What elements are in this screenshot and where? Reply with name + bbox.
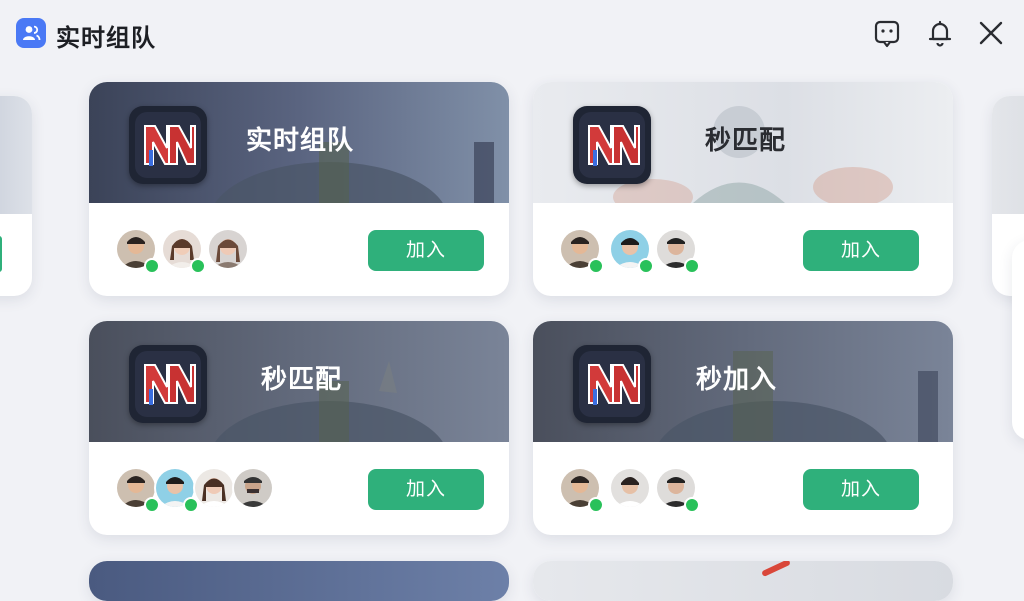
join-button[interactable]: 加入 xyxy=(803,230,919,271)
game-logo-icon xyxy=(573,106,651,184)
join-button[interactable]: 加入 xyxy=(803,469,919,510)
team-card[interactable]: 秒匹配 加入 xyxy=(89,321,509,535)
avatar xyxy=(193,467,235,509)
card-banner: 秒加入 xyxy=(533,321,953,442)
game-logo-icon xyxy=(129,106,207,184)
team-card[interactable]: 实时组队 加入 xyxy=(89,82,509,296)
page-title: 实时组队 xyxy=(56,24,156,52)
game-logo-icon xyxy=(129,345,207,423)
avatar xyxy=(232,467,274,509)
mode-label: 实时组队 xyxy=(246,126,355,156)
bell-icon[interactable] xyxy=(925,18,955,48)
mode-label: 秒加入 xyxy=(696,365,778,395)
mode-label: 秒匹配 xyxy=(261,365,343,395)
team-card-partial[interactable] xyxy=(89,561,509,601)
avatar xyxy=(609,467,651,509)
carousel-card-prev[interactable] xyxy=(0,96,32,296)
join-button[interactable]: 加入 xyxy=(368,230,484,271)
team-card[interactable]: 秒加入 加入 xyxy=(533,321,953,535)
feedback-icon[interactable] xyxy=(872,18,902,48)
online-status-dot xyxy=(588,497,604,513)
online-status-dot xyxy=(144,258,160,274)
online-status-dot xyxy=(588,258,604,274)
avatar xyxy=(207,228,249,270)
close-icon[interactable] xyxy=(976,18,1006,48)
team-icon xyxy=(16,18,46,48)
team-card[interactable]: 秒匹配 加入 xyxy=(533,82,953,296)
join-button[interactable]: 加入 xyxy=(368,469,484,510)
card-banner: 实时组队 xyxy=(89,82,509,203)
online-status-dot xyxy=(684,497,700,513)
mode-label: 秒匹配 xyxy=(705,126,787,156)
team-card-partial[interactable] xyxy=(533,561,953,601)
online-status-dot xyxy=(638,258,654,274)
header-bar: 实时组队 xyxy=(0,0,1024,70)
card-banner: 秒匹配 xyxy=(533,82,953,203)
card-banner: 秒匹配 xyxy=(89,321,509,442)
game-logo-icon xyxy=(573,345,651,423)
carousel-card-next-lower[interactable] xyxy=(1012,240,1024,440)
online-status-dot xyxy=(190,258,206,274)
online-status-dot xyxy=(684,258,700,274)
